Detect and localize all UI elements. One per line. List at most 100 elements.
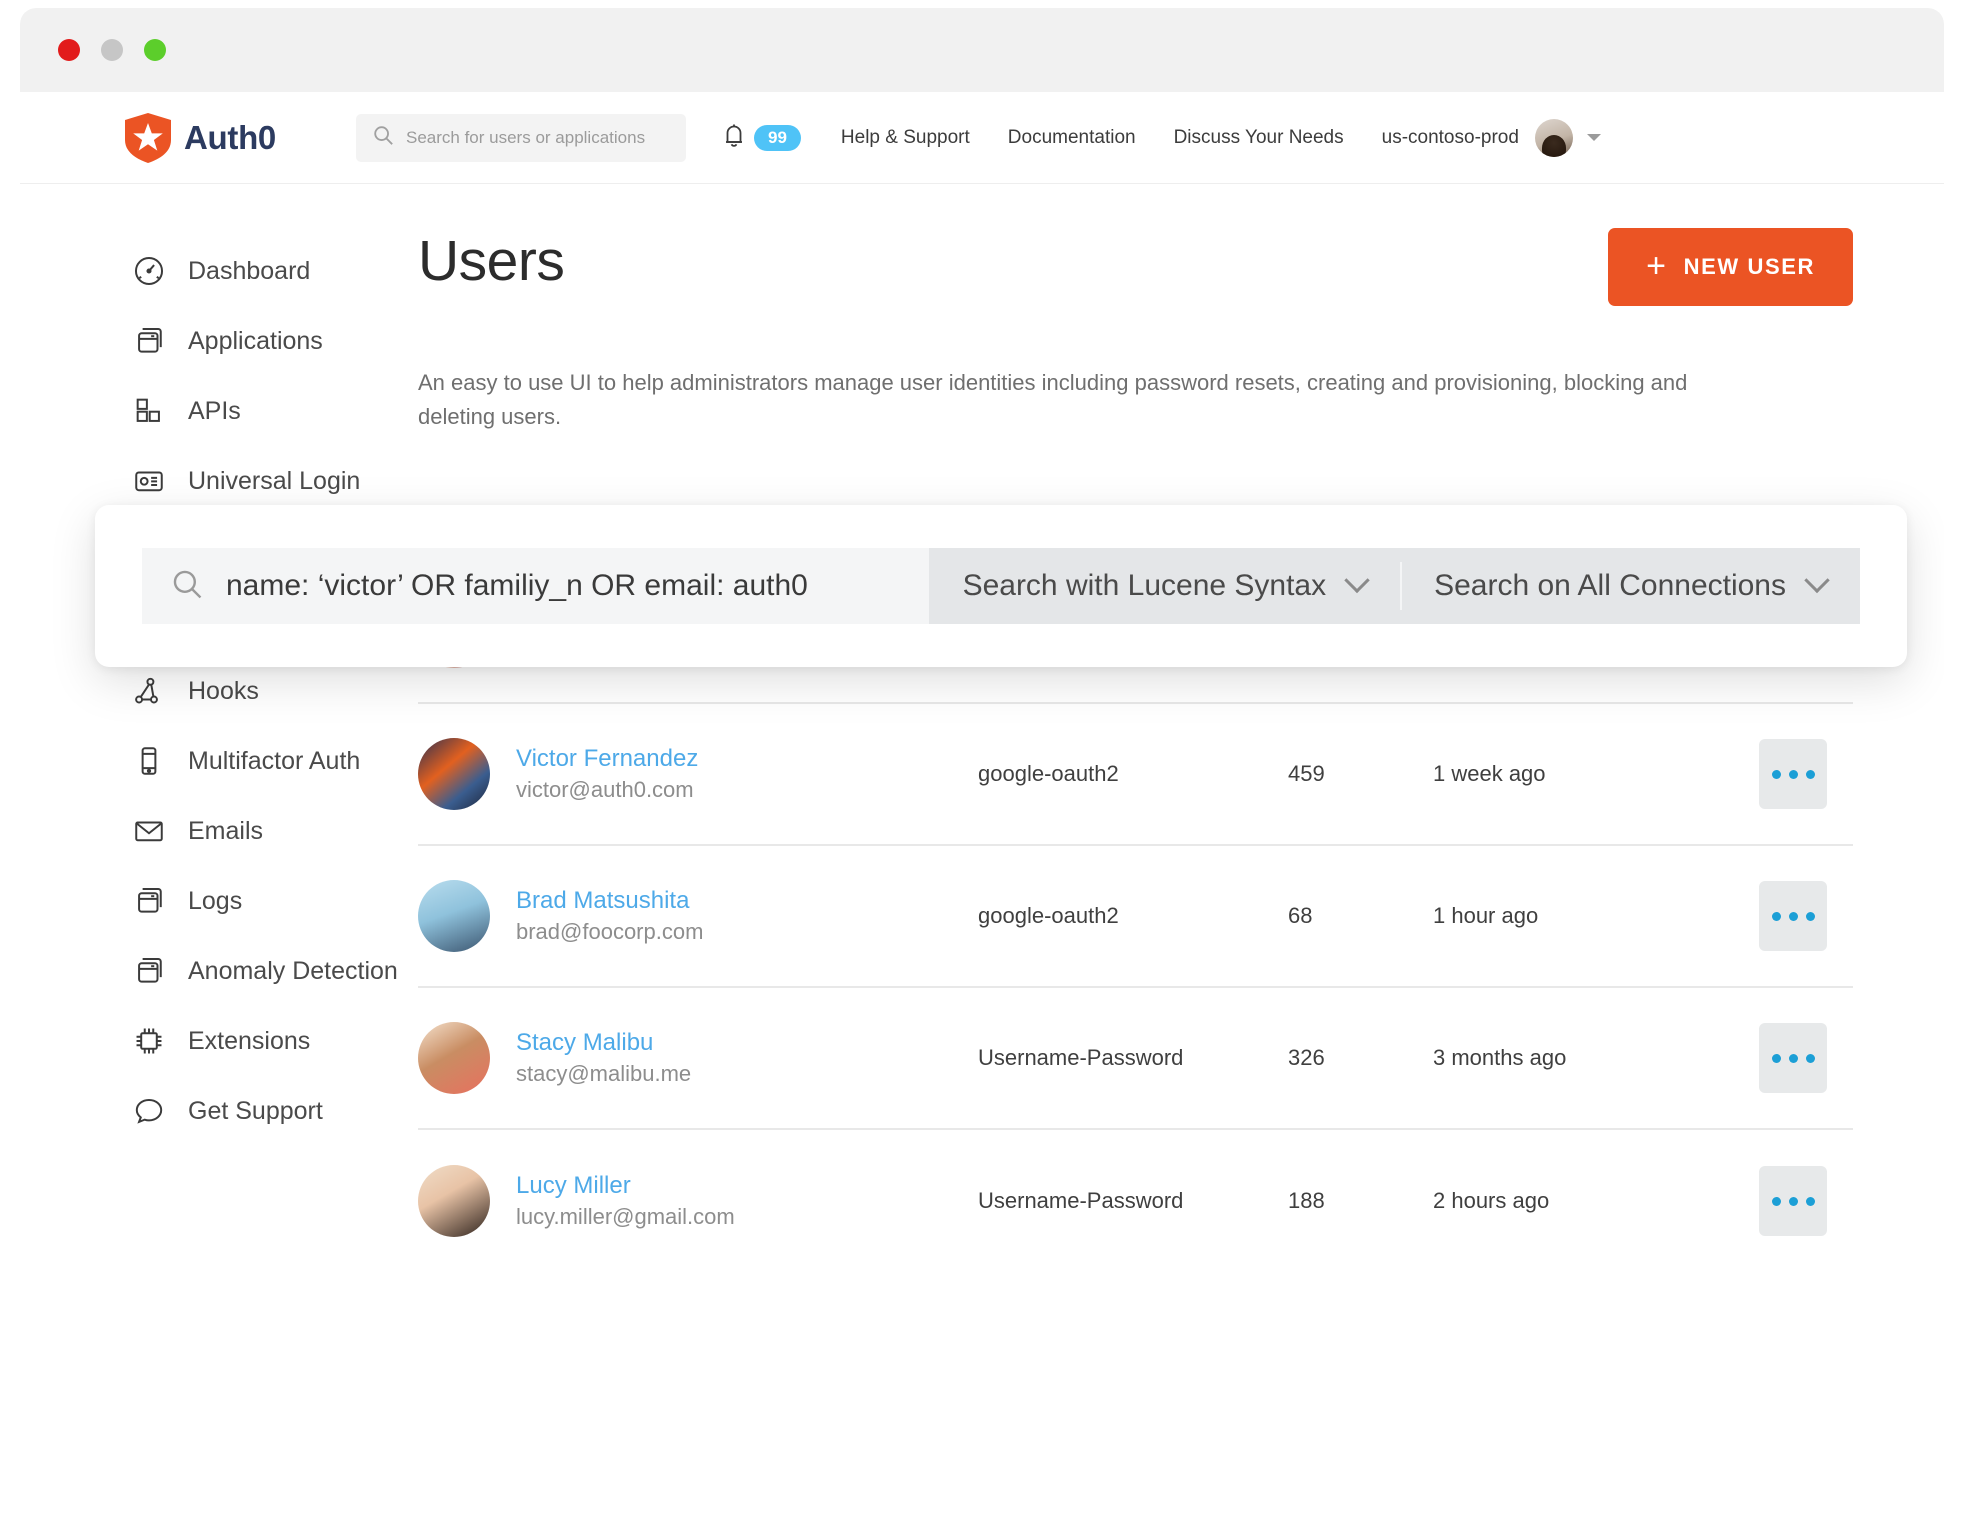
sidebar-item-label: Get Support <box>188 1097 323 1126</box>
auth0-brand[interactable]: Auth0 <box>125 113 276 163</box>
search-connection-dropdown[interactable]: Search on All Connections <box>1400 548 1860 624</box>
user-latest-login: 3 months ago <box>1433 1045 1733 1071</box>
new-user-button[interactable]: + NEW USER <box>1608 228 1853 306</box>
sidebar-item-dashboard[interactable]: Dashboard <box>132 236 380 306</box>
sidebar-navigation: Dashboard Applications <box>20 184 380 1508</box>
global-search-input[interactable] <box>406 128 670 148</box>
user-logins: 68 <box>1288 903 1433 929</box>
table-row[interactable]: Brad Matsushita brad@foocorp.com google-… <box>418 846 1853 988</box>
tenant-name[interactable]: us-contoso-prod <box>1382 127 1519 149</box>
notifications-button[interactable]: 99 <box>722 122 801 153</box>
auth0-brand-name: Auth0 <box>184 119 276 157</box>
sidebar-item-emails[interactable]: Emails <box>132 796 380 866</box>
page-title: Users <box>418 228 564 294</box>
sidebar-item-label: Emails <box>188 817 263 846</box>
sidebar-item-label: Dashboard <box>188 257 310 286</box>
sidebar-item-label: Logs <box>188 887 242 916</box>
chat-bubble-icon <box>132 1094 166 1128</box>
search-connection-dropdown-label: Search on All Connections <box>1434 569 1786 603</box>
nav-link-discuss-needs[interactable]: Discuss Your Needs <box>1174 127 1344 149</box>
chevron-down-icon[interactable] <box>1587 134 1601 141</box>
id-card-icon <box>132 464 166 498</box>
sidebar-item-label: Anomaly Detection <box>188 957 398 986</box>
phone-icon <box>132 744 166 778</box>
auth0-shield-logo-icon <box>125 113 171 163</box>
bell-icon <box>722 122 746 153</box>
user-connection: Username-Password <box>978 1188 1288 1214</box>
ellipsis-icon <box>1772 770 1781 779</box>
sidebar-item-get-support[interactable]: Get Support <box>132 1076 380 1146</box>
user-name-link[interactable]: Brad Matsushita <box>516 885 703 917</box>
app-body: Dashboard Applications <box>20 184 1944 1508</box>
sidebar-item-logs[interactable]: Logs <box>132 866 380 936</box>
user-email: stacy@malibu.me <box>516 1059 691 1090</box>
user-name-cell: Brad Matsushita brad@foocorp.com <box>418 880 978 952</box>
user-logins: 326 <box>1288 1045 1433 1071</box>
row-actions-cell <box>1733 1166 1853 1236</box>
ellipsis-icon <box>1772 912 1781 921</box>
sidebar-item-label: Multifactor Auth <box>188 747 360 776</box>
user-name-cell: Lucy Miller lucy.miller@gmail.com <box>418 1165 978 1237</box>
global-search-box[interactable] <box>356 114 686 162</box>
user-name-link[interactable]: Stacy Malibu <box>516 1027 691 1059</box>
user-latest-login: 1 hour ago <box>1433 903 1733 929</box>
chevron-down-icon <box>1344 568 1369 593</box>
user-email: lucy.miller@gmail.com <box>516 1202 735 1233</box>
zoom-window-button[interactable] <box>144 39 166 61</box>
window-titlebar <box>20 8 1944 92</box>
user-name-link[interactable]: Victor Fernandez <box>516 743 698 775</box>
close-window-button[interactable] <box>58 39 80 61</box>
app-window: Auth0 99 <box>20 8 1944 1508</box>
new-user-button-label: NEW USER <box>1684 254 1815 280</box>
sidebar-item-label: APIs <box>188 397 241 426</box>
top-navigation-bar: Auth0 99 <box>20 92 1944 184</box>
row-actions-menu-button[interactable] <box>1759 1023 1827 1093</box>
user-latest-login: 1 week ago <box>1433 761 1733 787</box>
sidebar-item-apis[interactable]: APIs <box>132 376 380 446</box>
user-name-link[interactable]: Lucy Miller <box>516 1170 735 1202</box>
user-latest-login: 2 hours ago <box>1433 1188 1733 1214</box>
account-avatar[interactable] <box>1535 119 1573 157</box>
minimize-window-button[interactable] <box>101 39 123 61</box>
nav-link-documentation[interactable]: Documentation <box>1008 127 1136 149</box>
row-actions-cell <box>1733 881 1853 951</box>
table-row[interactable]: Victor Fernandez victor@auth0.com google… <box>418 704 1853 846</box>
user-email: victor@auth0.com <box>516 775 698 806</box>
blocks-icon <box>132 394 166 428</box>
nav-link-help-support[interactable]: Help & Support <box>841 127 970 149</box>
row-actions-menu-button[interactable] <box>1759 881 1827 951</box>
table-row[interactable]: Stacy Malibu stacy@malibu.me Username-Pa… <box>418 988 1853 1130</box>
sidebar-item-label: Applications <box>188 327 323 356</box>
envelope-icon <box>132 814 166 848</box>
user-connection: google-oauth2 <box>978 761 1288 787</box>
gauge-icon <box>132 254 166 288</box>
sidebar-item-extensions[interactable]: Extensions <box>132 1006 380 1076</box>
sidebar-item-multifactor-auth[interactable]: Multifactor Auth <box>132 726 380 796</box>
sidebar-item-label: Universal Login <box>188 467 360 496</box>
avatar <box>418 738 490 810</box>
user-name-cell: Stacy Malibu stacy@malibu.me <box>418 1022 978 1094</box>
top-nav-right-group: 99 Help & Support Documentation Discuss … <box>722 119 1601 157</box>
lucene-search-input[interactable] <box>226 569 901 603</box>
search-syntax-dropdown-label: Search with Lucene Syntax <box>963 569 1327 603</box>
row-actions-menu-button[interactable] <box>1759 739 1827 809</box>
table-row[interactable]: Lucy Miller lucy.miller@gmail.com Userna… <box>418 1130 1853 1272</box>
ellipsis-icon <box>1772 1197 1781 1206</box>
search-syntax-dropdown[interactable]: Search with Lucene Syntax <box>929 548 1401 624</box>
avatar <box>418 880 490 952</box>
page-header: Users + NEW USER <box>418 228 1853 306</box>
user-search-overlay: Search with Lucene Syntax Search on All … <box>95 505 1907 667</box>
sidebar-item-label: Extensions <box>188 1027 310 1056</box>
main-content: Users + NEW USER An easy to use UI to he… <box>380 184 1944 1508</box>
sidebar-item-applications[interactable]: Applications <box>132 306 380 376</box>
search-icon <box>170 567 204 606</box>
chevron-down-icon <box>1804 568 1829 593</box>
avatar <box>418 1022 490 1094</box>
row-actions-menu-button[interactable] <box>1759 1166 1827 1236</box>
avatar <box>418 1165 490 1237</box>
lucene-search-field[interactable] <box>142 548 929 624</box>
sidebar-item-anomaly-detection[interactable]: Anomaly Detection <box>132 936 380 1006</box>
plus-icon: + <box>1646 249 1667 283</box>
user-logins: 188 <box>1288 1188 1433 1214</box>
user-name-cell: Victor Fernandez victor@auth0.com <box>418 738 978 810</box>
